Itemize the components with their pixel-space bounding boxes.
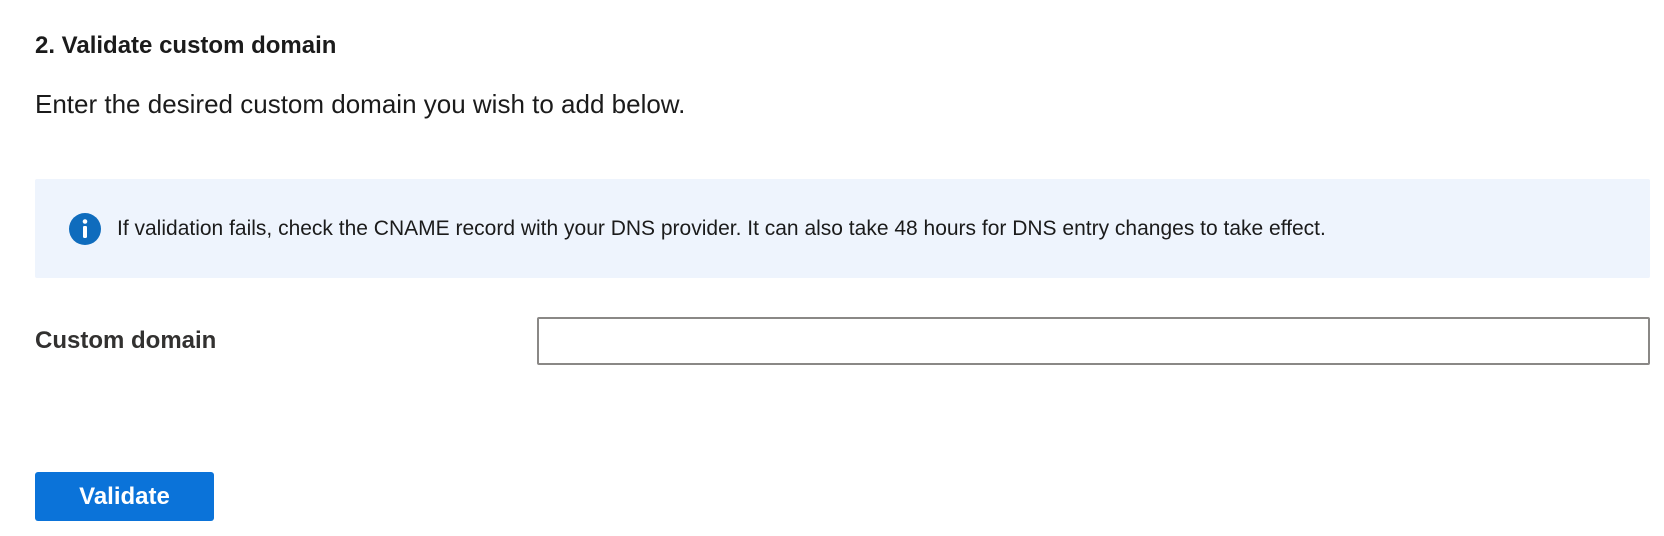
validate-button[interactable]: Validate	[35, 472, 214, 521]
section-description: Enter the desired custom domain you wish…	[35, 89, 686, 119]
info-banner: If validation fails, check the CNAME rec…	[35, 179, 1650, 278]
custom-domain-input[interactable]	[537, 317, 1650, 365]
info-banner-text: If validation fails, check the CNAME rec…	[117, 217, 1326, 240]
info-icon	[68, 212, 102, 246]
section-title: 2. Validate custom domain	[35, 32, 337, 59]
custom-domain-label: Custom domain	[35, 327, 217, 354]
